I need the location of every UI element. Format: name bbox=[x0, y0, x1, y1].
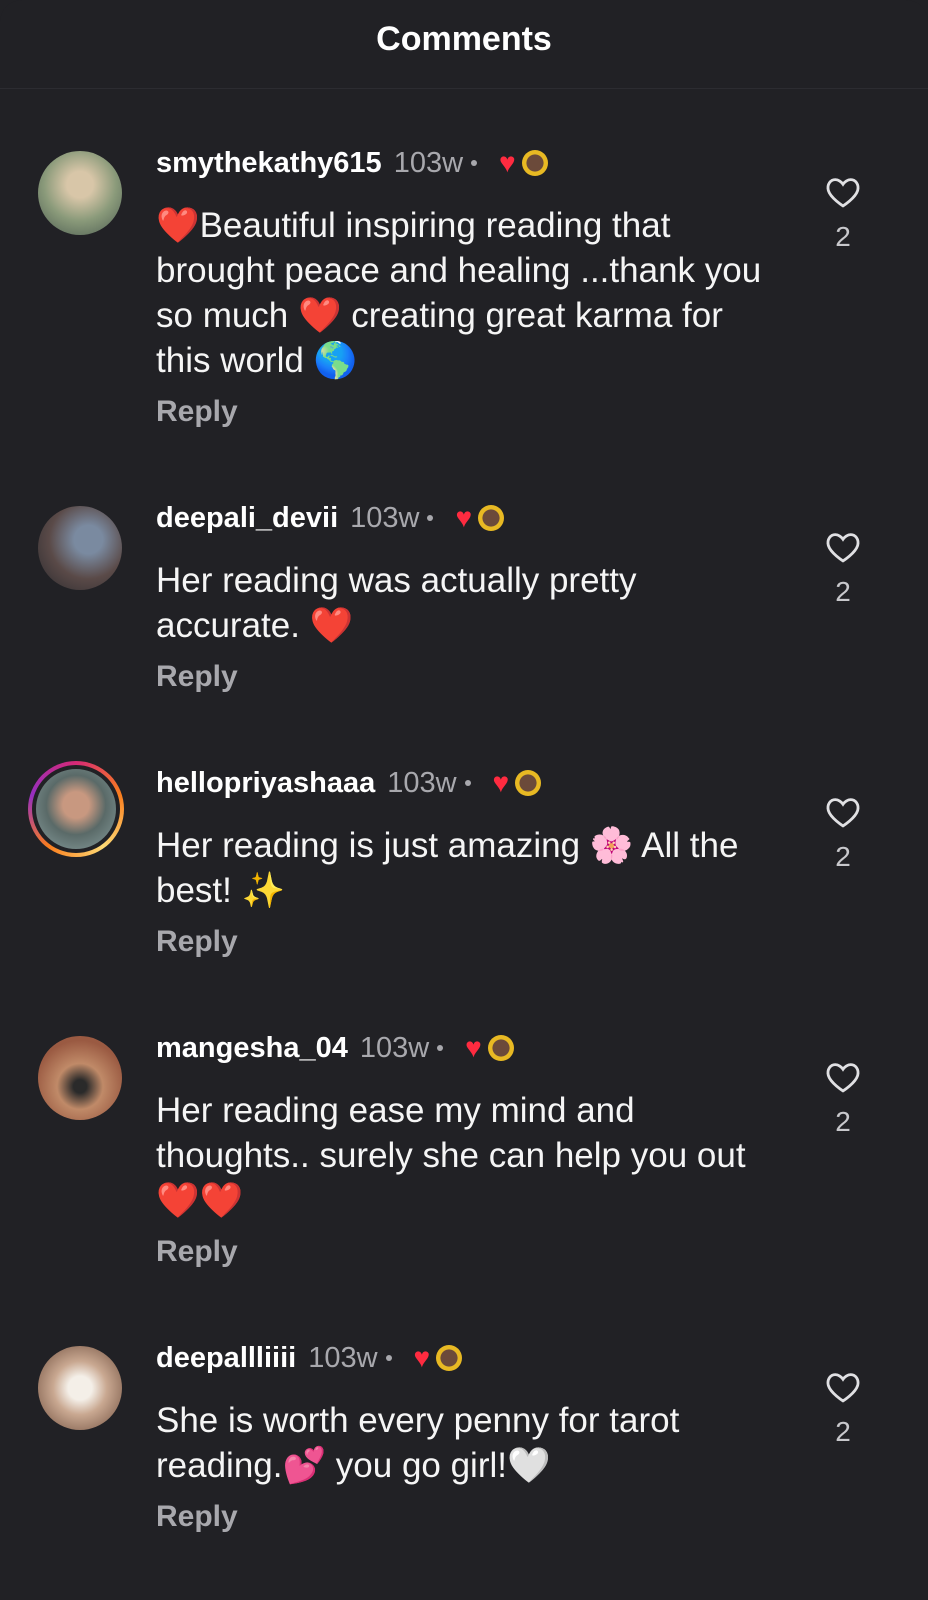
comments-header: Comments bbox=[0, 0, 928, 89]
page-title: Comments bbox=[376, 19, 552, 58]
timestamp: 103w bbox=[308, 1341, 378, 1374]
reply-button[interactable]: Reply bbox=[156, 917, 778, 967]
like-button[interactable]: 2 bbox=[823, 530, 863, 608]
separator-dot bbox=[385, 1355, 392, 1361]
avatar-with-story-ring[interactable] bbox=[28, 761, 124, 857]
like-button[interactable]: 2 bbox=[823, 1060, 863, 1138]
comment-text: ❤️Beautiful inspiring reading that broug… bbox=[156, 206, 762, 380]
comment-list: smythekathy615 103w ♥ ❤️Beautiful inspirin… bbox=[0, 89, 928, 1542]
heart-outline-icon bbox=[826, 1373, 860, 1403]
like-count: 2 bbox=[835, 576, 851, 607]
separator-dot bbox=[464, 780, 471, 786]
creator-liked-heart-icon: ♥ bbox=[455, 502, 473, 533]
timestamp: 103w bbox=[393, 146, 464, 179]
heart-outline-icon bbox=[826, 798, 860, 828]
creator-avatar-icon bbox=[521, 150, 548, 176]
like-count: 2 bbox=[835, 221, 851, 252]
creator-liked-heart-icon: ♥ bbox=[499, 147, 516, 178]
comment-text: Her reading is just amazing 🌸 All the be… bbox=[156, 826, 739, 910]
separator-dot bbox=[427, 515, 434, 521]
avatar[interactable] bbox=[38, 506, 122, 590]
like-button[interactable]: 2 bbox=[823, 795, 863, 873]
avatar[interactable] bbox=[38, 1346, 122, 1430]
comment-text: Her reading ease my mind and thoughts.. … bbox=[156, 1091, 746, 1220]
creator-avatar-icon bbox=[436, 1345, 463, 1371]
like-button[interactable]: 2 bbox=[823, 175, 863, 253]
comment-item: smythekathy615 103w ♥ ❤️Beautiful inspirin… bbox=[0, 145, 928, 437]
timestamp: 103w bbox=[359, 1031, 430, 1064]
comment-text: Her reading was actually pretty accurate… bbox=[156, 561, 637, 645]
timestamp: 103w bbox=[350, 501, 420, 534]
reply-button[interactable]: Reply bbox=[156, 1227, 778, 1277]
comment-item: mangesha_04 103w ♥ Her reading ease my min… bbox=[0, 1030, 928, 1277]
reply-button[interactable]: Reply bbox=[156, 387, 778, 437]
heart-outline-icon bbox=[826, 178, 860, 208]
heart-outline-icon bbox=[826, 1063, 860, 1093]
reply-button[interactable]: Reply bbox=[156, 652, 778, 702]
like-button[interactable]: 2 bbox=[823, 1370, 863, 1448]
creator-liked-heart-icon: ♥ bbox=[465, 1032, 482, 1063]
avatar[interactable] bbox=[38, 1036, 122, 1120]
separator-dot bbox=[471, 160, 478, 166]
username[interactable]: smythekathy615 bbox=[156, 147, 382, 180]
creator-avatar-icon bbox=[478, 505, 505, 531]
username[interactable]: mangesha_04 bbox=[156, 1032, 348, 1065]
avatar[interactable] bbox=[38, 151, 122, 235]
separator-dot bbox=[437, 1045, 444, 1051]
reply-button[interactable]: Reply bbox=[156, 1492, 778, 1542]
like-count: 2 bbox=[835, 1106, 851, 1137]
creator-liked-heart-icon: ♥ bbox=[492, 767, 510, 798]
heart-outline-icon bbox=[826, 533, 860, 563]
username[interactable]: hellopriyashaaa bbox=[156, 767, 375, 800]
comment-text: She is worth every penny for tarot readi… bbox=[156, 1401, 680, 1485]
creator-avatar-icon bbox=[487, 1035, 514, 1061]
comment-item: deepali_devii 103w ♥ Her reading was actua… bbox=[0, 500, 928, 702]
username[interactable]: deepali_devii bbox=[156, 502, 338, 535]
creator-avatar-icon bbox=[515, 770, 542, 796]
like-count: 2 bbox=[835, 841, 851, 872]
like-count: 2 bbox=[835, 1416, 851, 1447]
comment-item: hellopriyashaaa 103w ♥ Her reading is just… bbox=[0, 761, 928, 967]
comment-item: deepallliiii 103w ♥ She is worth every pen… bbox=[0, 1340, 928, 1542]
creator-liked-heart-icon: ♥ bbox=[413, 1342, 431, 1373]
username[interactable]: deepallliiii bbox=[156, 1342, 296, 1375]
timestamp: 103w bbox=[387, 766, 457, 799]
